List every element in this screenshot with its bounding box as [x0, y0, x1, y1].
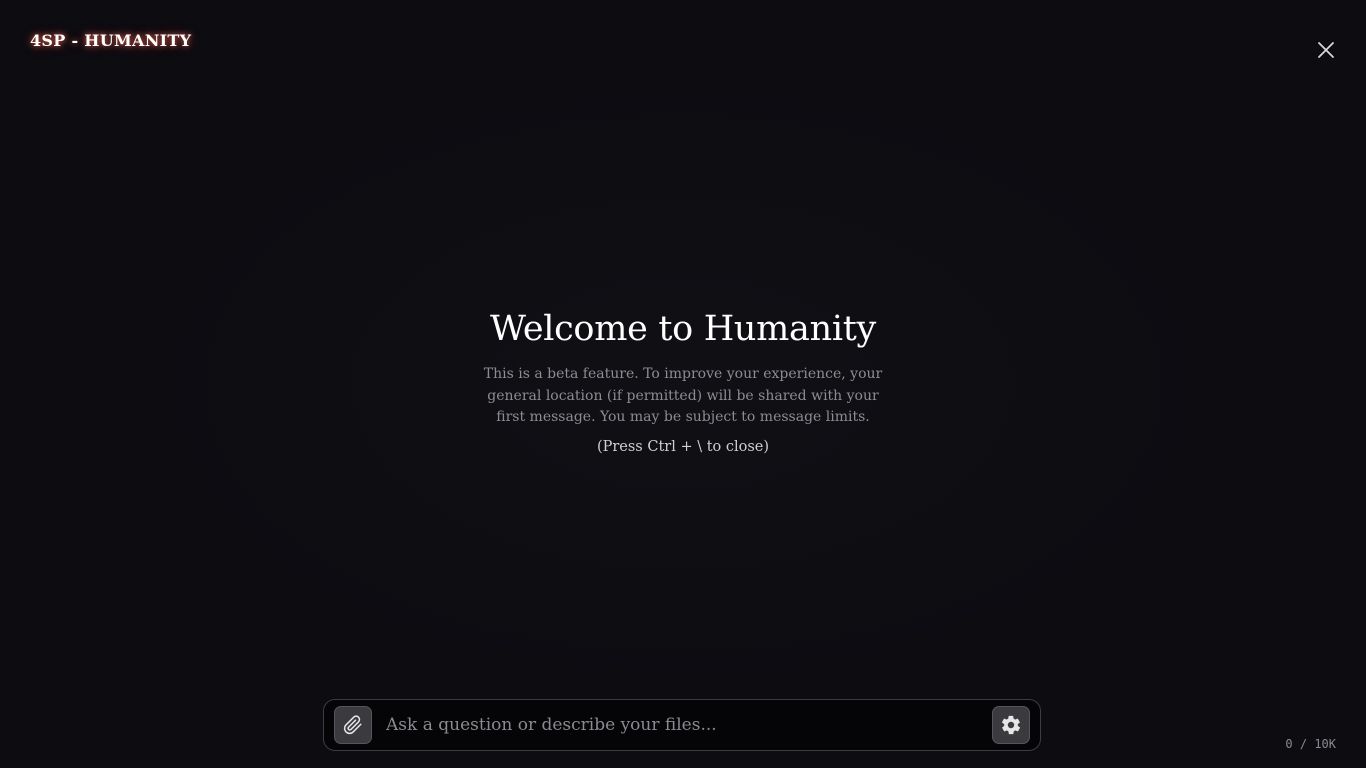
attach-file-button[interactable]: [334, 706, 372, 744]
paperclip-icon: [343, 715, 363, 735]
close-button[interactable]: [1312, 36, 1340, 64]
gear-icon: [1000, 714, 1022, 736]
welcome-title: Welcome to Humanity: [490, 309, 876, 349]
settings-button[interactable]: [992, 706, 1030, 744]
close-shortcut-hint: (Press Ctrl + \ to close): [596, 438, 770, 455]
welcome-description: This is a beta feature. To improve your …: [483, 366, 883, 425]
welcome-panel: Welcome to Humanity This is a beta featu…: [433, 306, 933, 455]
character-counter: 0 / 10K: [1285, 737, 1336, 751]
message-input[interactable]: [384, 714, 980, 736]
app-title: 4SP - HUMANITY: [30, 31, 192, 50]
message-composer: [323, 699, 1041, 751]
close-icon: [1317, 41, 1335, 59]
